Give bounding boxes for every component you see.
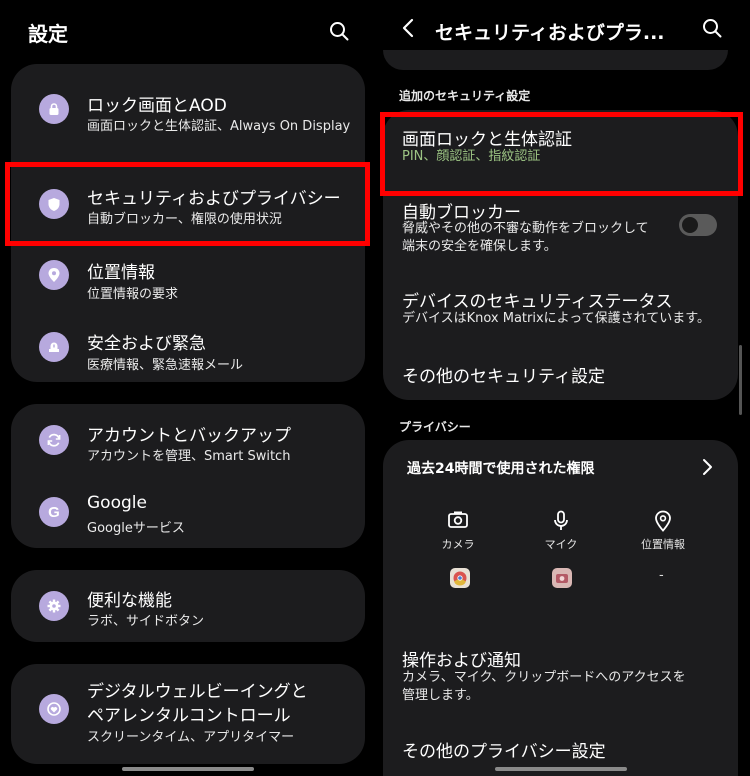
item-subtitle-line2: 管理します。 (402, 688, 479, 703)
item-subtitle: カメラ、マイク、クリップボードへのアクセスを (402, 670, 686, 685)
wellbeing-icon (39, 694, 69, 724)
settings-item-lockscreen[interactable]: ロック画面とAOD 画面ロックと生体認証、Always On Display (11, 64, 365, 146)
google-icon: G (39, 497, 69, 527)
settings-item-subtitle: 医療情報、緊急速報メール (87, 358, 244, 373)
permission-location[interactable]: 位置情報 (613, 510, 713, 552)
settings-item-subtitle: アカウントを管理、Smart Switch (87, 449, 291, 464)
settings-item-subtitle: 位置情報の要求 (87, 287, 179, 302)
search-icon[interactable] (699, 15, 725, 41)
page-title: セキュリティおよびプラ... (435, 22, 665, 44)
settings-item-digital-wellbeing[interactable]: デジタルウェルビーイングと ペアレンタルコントロール スクリーンタイム、アプリタ… (11, 664, 365, 764)
item-subtitle: 脅威やその他の不審な動作をブロックして (402, 221, 649, 236)
home-indicator (495, 767, 627, 771)
sync-icon (39, 425, 69, 455)
settings-item-subtitle: ラボ、サイドボタン (87, 614, 205, 629)
highlight-box (380, 112, 743, 196)
settings-item-title: 便利な機能 (87, 591, 172, 611)
section-header-privacy: プライバシー (399, 420, 471, 434)
item-title: その他のセキュリティ設定 (402, 367, 605, 387)
device-security-status-item[interactable]: デバイスのセキュリティステータス デバイスはKnox Matrixによって保護さ… (383, 276, 738, 338)
item-title: その他のプライバシー設定 (402, 742, 606, 762)
item-subtitle: デバイスはKnox Matrixによって保護されています。 (402, 311, 710, 326)
permission-label: カメラ (441, 538, 475, 551)
controls-and-alerts-item[interactable]: 操作および通知 カメラ、マイク、クリップボードへのアクセスを 管理します。 (383, 636, 738, 708)
toggle-knob (682, 217, 698, 233)
permission-label: 位置情報 (641, 538, 685, 551)
settings-item-subtitle: 画面ロックと生体認証、Always On Display (87, 119, 351, 134)
security-privacy-panel: セキュリティおよびプラ... 追加のセキュリティ設定 画面ロックと生体認証 PI… (375, 0, 750, 776)
settings-item-title: デジタルウェルビーイングと (87, 682, 308, 702)
settings-item-google[interactable]: G Google Googleサービス (11, 476, 365, 548)
highlight-box (5, 162, 370, 246)
emergency-icon (39, 332, 69, 362)
settings-item-location[interactable]: 位置情報 位置情報の要求 (11, 240, 365, 310)
settings-card-wellbeing: デジタルウェルビーイングと ペアレンタルコントロール スクリーンタイム、アプリタ… (11, 664, 365, 764)
settings-item-title: Google (87, 493, 147, 513)
settings-item-title: ロック画面とAOD (87, 96, 227, 116)
location-icon (613, 510, 713, 532)
lock-icon (39, 94, 69, 124)
page-title: 設定 (28, 22, 68, 46)
settings-item-subtitle: スクリーンタイム、アプリタイマー (87, 730, 295, 745)
section-header-security: 追加のセキュリティ設定 (399, 89, 531, 103)
settings-item-subtitle: Googleサービス (87, 521, 185, 536)
permissions-24h-header[interactable]: 過去24時間で使用された権限 (383, 440, 738, 496)
permissions-24h-title: 過去24時間で使用された権限 (407, 461, 595, 477)
camera-icon (408, 510, 508, 532)
settings-item-title: 安全および緊急 (87, 334, 206, 354)
settings-card-accounts: アカウントとバックアップ アカウントを管理、Smart Switch G Goo… (11, 404, 365, 548)
scrollbar[interactable] (739, 345, 742, 415)
settings-item-safety[interactable]: 安全および緊急 医療情報、緊急速報メール (11, 310, 365, 382)
home-indicator (122, 767, 254, 771)
settings-item-accounts-backup[interactable]: アカウントとバックアップ アカウントを管理、Smart Switch (11, 404, 365, 476)
gear-icon (39, 591, 69, 621)
settings-item-title-line2: ペアレンタルコントロール (87, 706, 291, 726)
search-icon[interactable] (326, 18, 352, 44)
auto-blocker-item[interactable]: 自動ブロッカー 脅威やその他の不審な動作をブロックして 端末の安全を確保します。 (383, 190, 738, 264)
mic-icon (511, 510, 611, 532)
settings-item-title: 位置情報 (87, 263, 155, 283)
settings-item-advanced-features[interactable]: 便利な機能 ラボ、サイドボタン (11, 570, 365, 642)
other-security-settings-item[interactable]: その他のセキュリティ設定 (383, 346, 738, 400)
back-icon[interactable] (395, 15, 421, 41)
location-icon (39, 260, 69, 290)
settings-panel: 設定 ロック画面とAOD 画面ロックと生体認証、Always On Displa… (0, 0, 375, 776)
chevron-right-icon (701, 458, 713, 480)
location-none-indicator: - (659, 568, 664, 583)
chrome-app-icon (450, 568, 470, 588)
permission-camera[interactable]: カメラ (408, 510, 508, 552)
permission-label: マイク (544, 538, 578, 551)
privacy-card: 過去24時間で使用された権限 カメラ マイク 位置情報 - 操作および通知 カメ… (383, 440, 738, 776)
settings-item-title: アカウントとバックアップ (87, 426, 291, 446)
previous-card-edge (383, 50, 728, 70)
auto-blocker-toggle[interactable] (679, 214, 717, 236)
item-subtitle-line2: 端末の安全を確保します。 (402, 239, 557, 254)
settings-card-features: 便利な機能 ラボ、サイドボタン (11, 570, 365, 642)
camera-app-icon (552, 568, 572, 588)
permission-mic[interactable]: マイク (511, 510, 611, 552)
